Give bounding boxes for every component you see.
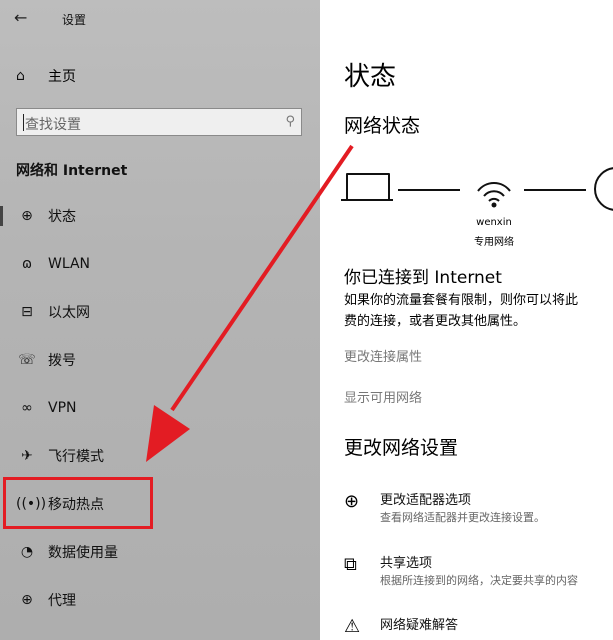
text-caret	[23, 114, 24, 131]
sidebar-item-label: VPN	[48, 400, 77, 416]
sidebar-item-wlan[interactable]: ɷ WLAN	[0, 240, 320, 288]
settings-sidebar: ← 设置 ⌂ 主页 查找设置 ⚲ 网络和 Internet ⊕ 状态 ɷ WLA…	[0, 0, 320, 640]
sidebar-item-ethernet[interactable]: ⊟ 以太网	[0, 288, 320, 336]
sidebar-item-label: 数据使用量	[48, 545, 118, 561]
section-title: 网络和 Internet	[16, 163, 128, 179]
laptop-base	[341, 199, 393, 201]
laptop-icon	[346, 173, 390, 201]
sidebar-item-label: 飞行模式	[48, 449, 104, 465]
sidebar-item-label: 拨号	[48, 353, 76, 369]
back-arrow-icon[interactable]: ←	[14, 8, 27, 27]
sidebar-item-dialup[interactable]: ☏ 拨号	[0, 336, 320, 384]
network-nav-list: ⊕ 状态 ɷ WLAN ⊟ 以太网 ☏ 拨号 ∞ VPN ✈ 飞行模式 ((•)…	[0, 192, 320, 624]
sidebar-item-label: 以太网	[48, 305, 90, 321]
page-title: 状态	[344, 62, 397, 92]
home-label: 主页	[48, 69, 76, 85]
search-placeholder: 查找设置	[25, 117, 81, 133]
option-description: 根据所连接到的网络，决定要共享的内容	[380, 574, 578, 587]
troubleshoot-icon: ⚠	[344, 616, 361, 637]
internet-globe-icon	[594, 167, 613, 211]
wifi-icon: ɷ	[21, 256, 33, 272]
show-available-networks-link[interactable]: 显示可用网络	[344, 387, 422, 406]
home-nav-item[interactable]: ⌂ 主页	[16, 64, 76, 88]
search-settings-input[interactable]: 查找设置 ⚲	[16, 108, 302, 136]
airplane-icon: ✈	[21, 448, 33, 464]
sharing-icon: ⧉	[344, 554, 357, 575]
sidebar-item-proxy[interactable]: ⊕ 代理	[0, 576, 320, 624]
connection-line	[398, 189, 460, 191]
option-title: 网络疑难解答	[380, 618, 459, 633]
proxy-icon: ⊕	[21, 592, 33, 608]
dialup-icon: ☏	[18, 352, 36, 368]
title-bar: ← 设置	[0, 0, 320, 40]
sidebar-item-label: 状态	[48, 209, 76, 225]
sharing-options[interactable]: ⧉ 共享选项 根据所连接到的网络，决定要共享的内容	[344, 552, 613, 592]
change-adapter-options[interactable]: ⊕ 更改适配器选项 查看网络适配器并更改连接设置。	[344, 489, 613, 529]
vpn-icon: ∞	[21, 400, 33, 416]
highlight-box	[3, 477, 153, 529]
home-icon: ⌂	[16, 68, 25, 84]
sidebar-item-label: 代理	[48, 593, 76, 609]
change-connection-properties-link[interactable]: 更改连接属性	[344, 346, 422, 365]
network-diagram: wenxin 专用网络	[341, 165, 613, 255]
network-name: wenxin	[476, 217, 512, 228]
globe-icon: ⊕	[21, 208, 33, 224]
connection-description: 如果你的流量套餐有限制，则你可以将此 费的连接，或者更改其他属性。	[344, 293, 579, 329]
connection-line	[524, 189, 586, 191]
sidebar-item-label: WLAN	[48, 256, 91, 272]
network-troubleshooter[interactable]: ⚠ 网络疑难解答	[344, 614, 613, 640]
window-title: 设置	[62, 13, 87, 27]
network-type: 专用网络	[474, 237, 514, 248]
sidebar-item-airplane-mode[interactable]: ✈ 飞行模式	[0, 432, 320, 480]
option-title: 共享选项	[380, 556, 433, 571]
change-network-settings-heading: 更改网络设置	[344, 437, 459, 459]
wifi-signal-icon	[474, 169, 514, 215]
sidebar-item-data-usage[interactable]: ◔ 数据使用量	[0, 528, 320, 576]
main-content: 状态 网络状态 wenxin 专用网络 你已连接到 Internet 如果你的流…	[320, 0, 613, 640]
adapter-icon: ⊕	[344, 491, 360, 512]
option-description: 查看网络适配器并更改连接设置。	[380, 511, 545, 524]
option-title: 更改适配器选项	[380, 493, 472, 508]
data-usage-icon: ◔	[20, 544, 34, 560]
sidebar-item-status[interactable]: ⊕ 状态	[0, 192, 320, 240]
search-icon[interactable]: ⚲	[285, 114, 295, 129]
ethernet-icon: ⊟	[21, 304, 33, 320]
sidebar-item-vpn[interactable]: ∞ VPN	[0, 384, 320, 432]
network-status-heading: 网络状态	[344, 115, 421, 137]
connection-title: 你已连接到 Internet	[344, 268, 502, 288]
